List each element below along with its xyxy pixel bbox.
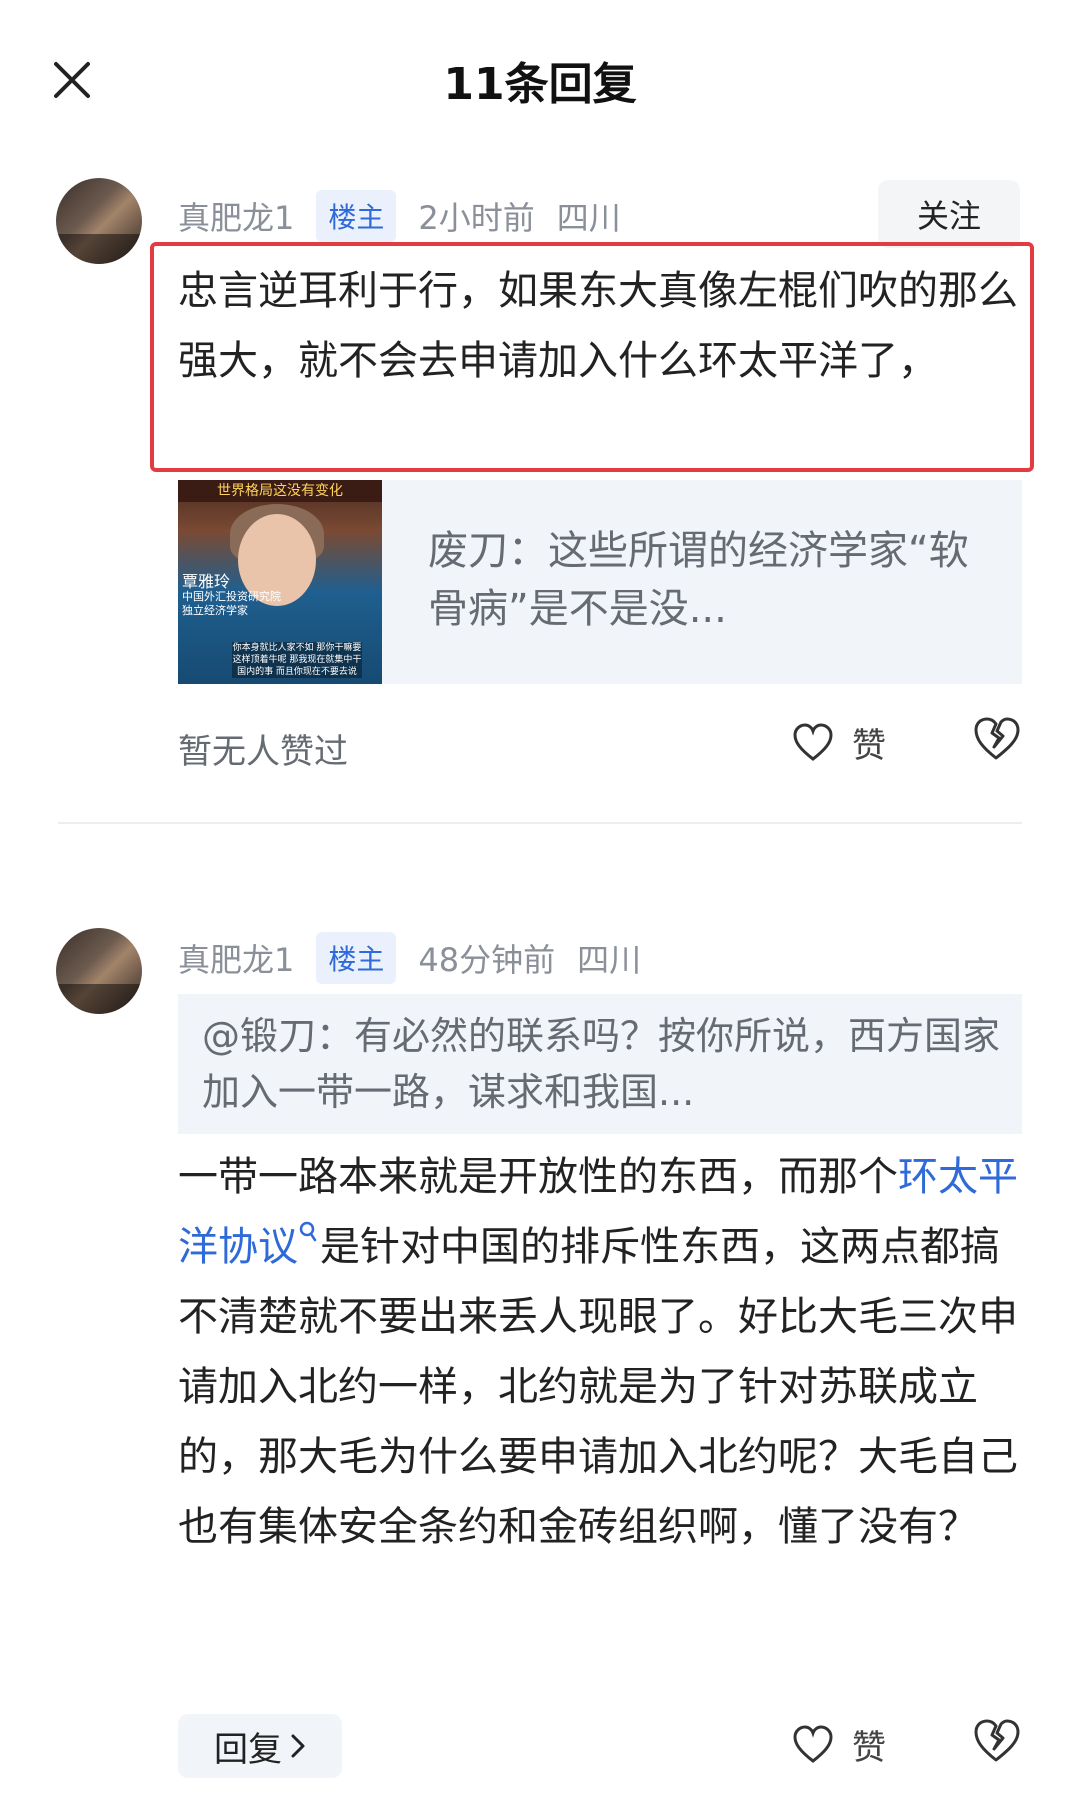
divider <box>58 822 1022 824</box>
quoted-reply[interactable]: @锻刀：有必然的联系吗？按你所说，西方国家加入一带一路，谋求和我国... <box>178 994 1022 1134</box>
video-thumbnail: 世界格局这没有变化 覃雅玲 中国外汇投资研究院 独立经济学家 你本身就比人家不如… <box>178 480 382 684</box>
like-button[interactable]: 赞 <box>792 1720 886 1769</box>
chevron-right-icon <box>291 1734 305 1758</box>
timestamp: 2小时前 <box>418 199 535 237</box>
op-badge: 楼主 <box>316 932 397 984</box>
comment-text-part-1: 一带一路本来就是开放性的东西，而那个 <box>178 1154 898 1200</box>
username[interactable]: 真肥龙1 <box>178 193 294 239</box>
location: 四川 <box>556 199 621 237</box>
heart-icon <box>793 1724 833 1763</box>
avatar[interactable] <box>56 928 142 1014</box>
comment-footer: 回复 赞 <box>178 1714 1020 1778</box>
quoted-text: @锻刀：有必然的联系吗？按你所说，西方国家加入一带一路，谋求和我国... <box>202 1014 1001 1114</box>
shared-post-text: 废刀：这些所谓的经济学家“软骨病”是不是没... <box>428 528 969 632</box>
header: 11条回复 <box>0 0 1080 160</box>
location: 四川 <box>577 941 642 979</box>
broken-heart-icon[interactable] <box>972 716 1020 764</box>
broken-heart-icon[interactable] <box>972 1718 1020 1766</box>
comment-text-part-2: 是针对中国的排斥性东西，这两点都搞不清楚就不要出来丢人现眼了。好比大毛三次申请加… <box>178 1224 1018 1550</box>
reply-button[interactable]: 回复 <box>178 1714 342 1778</box>
no-likes-text: 暂无人赞过 <box>178 732 348 772</box>
comment-meta: 真肥龙1 楼主 2小时前 四川 <box>178 190 621 242</box>
timestamp: 48分钟前 <box>418 941 556 979</box>
reply-label: 回复 <box>214 1729 282 1770</box>
comment-meta: 真肥龙1 楼主 48分钟前 四川 <box>178 932 641 984</box>
heart-icon <box>793 722 833 761</box>
username[interactable]: 真肥龙1 <box>178 935 294 981</box>
follow-button[interactable]: 关注 <box>878 180 1020 248</box>
avatar[interactable] <box>56 178 142 264</box>
like-label: 赞 <box>852 726 886 766</box>
op-badge: 楼主 <box>316 190 397 242</box>
thumb-name: 覃雅玲 <box>182 572 231 591</box>
like-button[interactable]: 赞 <box>792 718 886 767</box>
search-mark-icon <box>299 1221 317 1241</box>
thumb-subtitle: 你本身就比人家不如 那你干嘛要这样顶着牛呢 那我现在就集中干国内的事 而且你现在… <box>232 642 362 678</box>
comment-text: 一带一路本来就是开放性的东西，而那个环太平洋协议 是针对中国的排斥性东西，这两点都… <box>178 1142 1018 1562</box>
page-title: 11条回复 <box>443 59 637 110</box>
thumb-caption: 世界格局这没有变化 <box>178 480 382 502</box>
shared-post-card[interactable]: 世界格局这没有变化 覃雅玲 中国外汇投资研究院 独立经济学家 你本身就比人家不如… <box>178 480 1022 684</box>
thumb-title: 中国外汇投资研究院 独立经济学家 <box>182 590 281 617</box>
comment-text: 忠言逆耳利于行，如果东大真像左棍们吹的那么强大，就不会去申请加入什么环太平洋了， <box>178 268 1018 384</box>
like-label: 赞 <box>852 1728 886 1768</box>
comment-footer: 暂无人赞过 赞 <box>178 716 1020 776</box>
